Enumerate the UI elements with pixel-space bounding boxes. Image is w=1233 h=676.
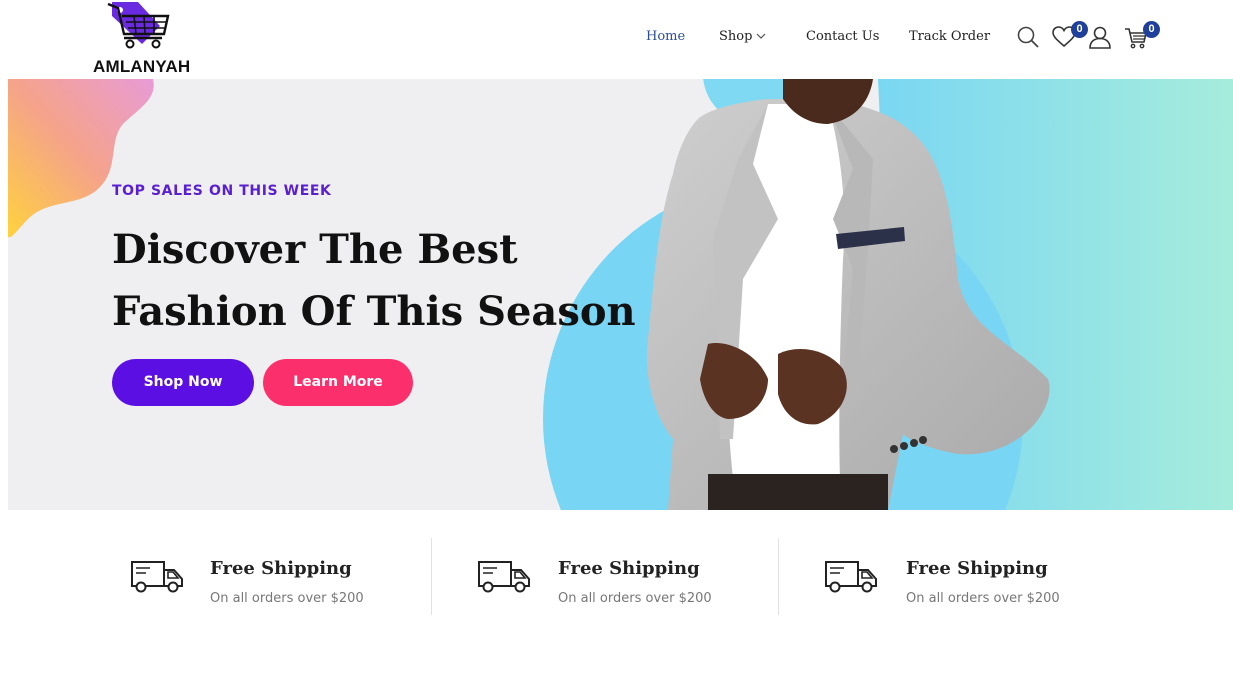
- feature-item: Free Shipping On all orders over $200: [824, 538, 1124, 616]
- chevron-down-icon: [757, 33, 766, 39]
- feature-title: Free Shipping: [558, 558, 700, 579]
- hero-title-line-2: Fashion Of This Season: [112, 288, 636, 335]
- brand-logo[interactable]: AMLANYAH: [92, 0, 202, 78]
- feature-divider: [778, 538, 779, 615]
- nav-home-link[interactable]: Home: [646, 29, 685, 44]
- brand-name: AMLANYAH: [93, 57, 191, 76]
- learn-more-button[interactable]: Learn More: [263, 359, 413, 406]
- hero-kicker: TOP SALES ON THIS WEEK: [112, 183, 332, 199]
- shop-now-button[interactable]: Shop Now: [112, 359, 254, 406]
- feature-item: Free Shipping On all orders over $200: [477, 538, 777, 616]
- wishlist-count-badge: 0: [1071, 21, 1088, 38]
- shopping-cart-tag-icon: [107, 2, 170, 49]
- feature-title: Free Shipping: [906, 558, 1048, 579]
- nav-contact-link[interactable]: Contact Us: [806, 29, 879, 44]
- delivery-truck-icon: [478, 561, 530, 593]
- delivery-truck-icon: [131, 561, 183, 593]
- hero-title: Discover The Best Fashion Of This Season: [112, 219, 672, 343]
- user-icon[interactable]: [1087, 24, 1113, 50]
- feature-subtitle: On all orders over $200: [558, 591, 712, 606]
- nav-track-order-link[interactable]: Track Order: [909, 29, 990, 44]
- feature-item: Free Shipping On all orders over $200: [130, 538, 430, 616]
- search-icon[interactable]: [1015, 24, 1041, 50]
- site-header: AMLANYAH Home Shop Contact Us Track Orde…: [0, 0, 1233, 79]
- feature-subtitle: On all orders over $200: [906, 591, 1060, 606]
- delivery-truck-icon: [825, 561, 877, 593]
- feature-subtitle: On all orders over $200: [210, 591, 364, 606]
- feature-title: Free Shipping: [210, 558, 352, 579]
- cart-count-badge: 0: [1143, 21, 1160, 38]
- hero-banner: TOP SALES ON THIS WEEK Discover The Best…: [8, 79, 1233, 510]
- features-strip: Free Shipping On all orders over $200 Fr…: [0, 510, 1233, 676]
- nav-shop-link[interactable]: Shop: [719, 29, 766, 44]
- hero-title-line-1: Discover The Best: [112, 226, 518, 273]
- nav-shop-label: Shop: [719, 29, 753, 44]
- feature-divider: [431, 538, 432, 615]
